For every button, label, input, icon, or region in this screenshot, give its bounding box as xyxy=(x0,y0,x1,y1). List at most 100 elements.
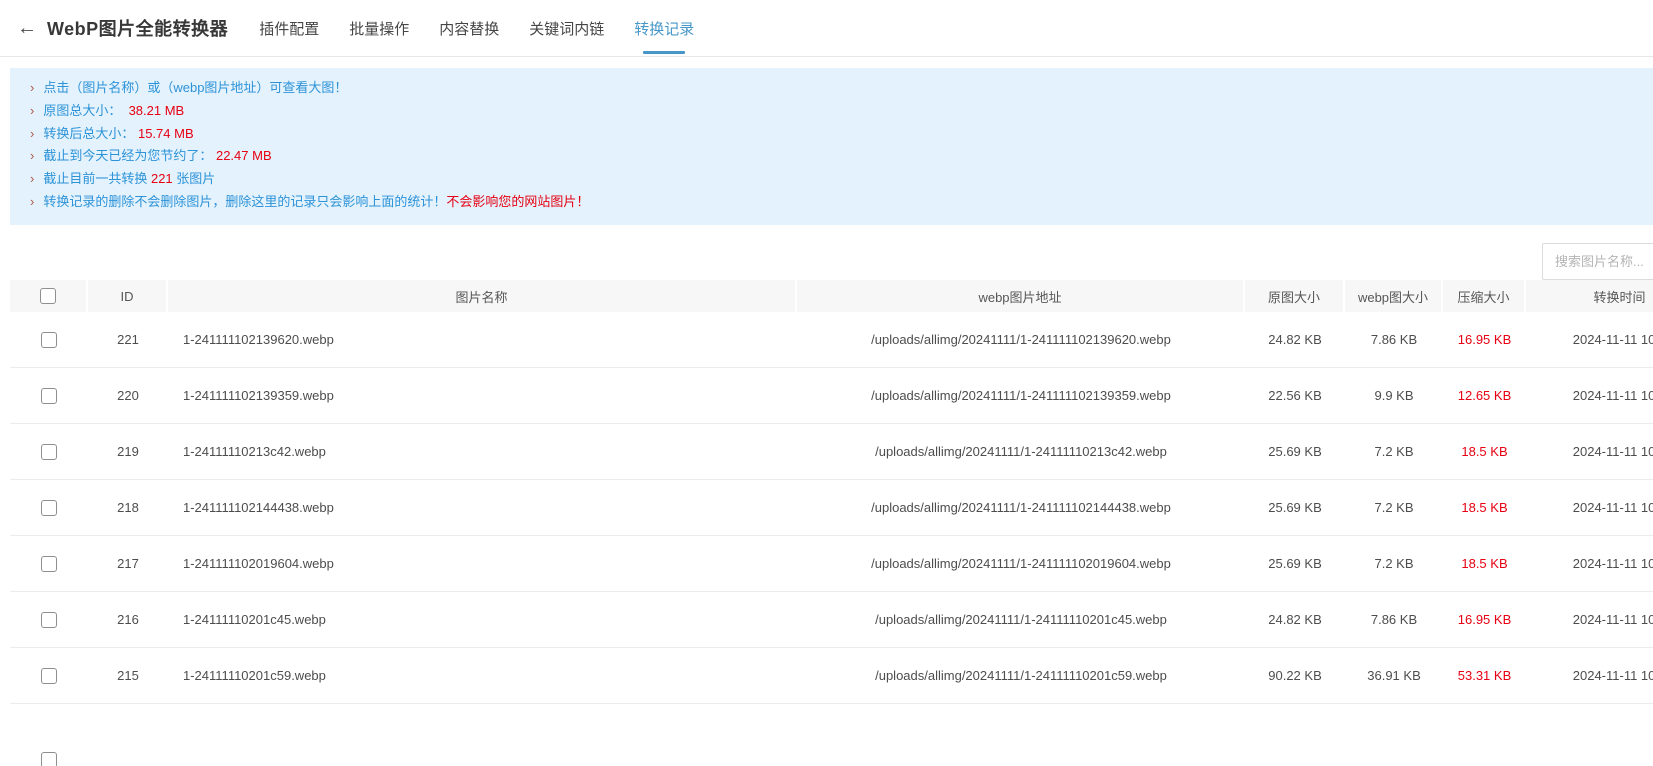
back-arrow-icon[interactable]: ← xyxy=(17,18,37,38)
notice-text: 原图总大小： xyxy=(43,100,128,123)
row-convert-time: 2024-11-11 10:2 xyxy=(1526,612,1653,627)
bullet-icon: › xyxy=(30,123,34,146)
row-checkbox[interactable] xyxy=(41,500,57,516)
notice-text: 截止到今天已经为您节约了： xyxy=(43,145,216,168)
row-original-size: 24.82 KB xyxy=(1245,612,1345,627)
table-row-partial xyxy=(10,704,1653,766)
tab-label: 批量操作 xyxy=(349,18,409,39)
bullet-icon: › xyxy=(30,100,34,123)
row-convert-time: 2024-11-11 10:2 xyxy=(1526,388,1653,403)
row-convert-time: 2024-11-11 10:2 xyxy=(1526,444,1653,459)
page-title: WebP图片全能转换器 xyxy=(47,15,228,41)
notice-text: 转换记录的删除不会删除图片，删除这里的记录只会影响上面的统计！ xyxy=(43,191,446,214)
checkbox-cell xyxy=(10,704,88,766)
checkbox-cell xyxy=(10,612,88,628)
row-webp-url[interactable]: /uploads/allimg/20241111/1-2411111021393… xyxy=(797,388,1245,403)
row-compressed-size: 18.5 KB xyxy=(1443,444,1526,459)
row-image-name[interactable]: 1-241111102019604.webp xyxy=(168,556,797,571)
row-checkbox[interactable] xyxy=(41,556,57,572)
search-area xyxy=(1542,243,1653,280)
row-compressed-size: 12.65 KB xyxy=(1443,388,1526,403)
row-compressed-size: 16.95 KB xyxy=(1443,332,1526,347)
row-checkbox[interactable] xyxy=(41,612,57,628)
row-webp-url[interactable]: /uploads/allimg/20241111/1-2411111020196… xyxy=(797,556,1245,571)
table-row: 215 1-24111110201c59.webp /uploads/allim… xyxy=(10,648,1653,704)
row-convert-time: 2024-11-11 10:2 xyxy=(1526,500,1653,515)
notice-highlight: 不会影响您的网站图片！ xyxy=(446,191,589,214)
row-checkbox[interactable] xyxy=(41,388,57,404)
row-webp-size: 36.91 KB xyxy=(1345,668,1443,683)
row-webp-size: 7.2 KB xyxy=(1345,444,1443,459)
row-id: 215 xyxy=(88,668,168,683)
row-webp-url[interactable]: /uploads/allimg/20241111/1-2411111021444… xyxy=(797,500,1245,515)
row-webp-size: 7.86 KB xyxy=(1345,332,1443,347)
table-row: 220 1-241111102139359.webp /uploads/alli… xyxy=(10,368,1653,424)
row-image-name[interactable]: 1-24111110213c42.webp xyxy=(168,444,797,459)
row-compressed-size: 16.95 KB xyxy=(1443,612,1526,627)
notice-highlight: 38.21 MB xyxy=(129,100,185,123)
row-checkbox[interactable] xyxy=(41,668,57,684)
notice-highlight: 15.74 MB xyxy=(138,123,194,146)
row-webp-url[interactable]: /uploads/allimg/20241111/1-24111110201c5… xyxy=(797,668,1245,683)
notice-line: › 截止到今天已经为您节约了： 22.47 MB xyxy=(30,145,1633,168)
row-webp-url[interactable]: /uploads/allimg/20241111/1-24111110213c4… xyxy=(797,444,1245,459)
stats-notice-box: › 点击（图片名称）或（webp图片地址）可查看大图！ › 原图总大小： 38.… xyxy=(10,68,1653,225)
checkbox-cell xyxy=(10,332,88,348)
tab-bar: 插件配置 批量操作 内容替换 关键词内链 转换记录 xyxy=(258,0,723,56)
tab-convert-records[interactable]: 转换记录 xyxy=(633,0,695,56)
tab-keyword-links[interactable]: 关键词内链 xyxy=(528,0,605,56)
search-input[interactable] xyxy=(1542,243,1653,280)
table-row: 221 1-241111102139620.webp /uploads/alli… xyxy=(10,312,1653,368)
notice-highlight: 221 xyxy=(151,168,173,191)
tab-batch-operations[interactable]: 批量操作 xyxy=(348,0,410,56)
notice-line: › 截止目前一共转换 221 张图片 xyxy=(30,168,1633,191)
tab-label: 内容替换 xyxy=(439,18,499,39)
header-webp-url: webp图片地址 xyxy=(797,280,1245,312)
row-id: 220 xyxy=(88,388,168,403)
notice-text: 点击（图片名称）或（webp图片地址）可查看大图！ xyxy=(43,77,347,100)
row-original-size: 24.82 KB xyxy=(1245,332,1345,347)
table-row: 217 1-241111102019604.webp /uploads/alli… xyxy=(10,536,1653,592)
notice-line: › 点击（图片名称）或（webp图片地址）可查看大图！ xyxy=(30,77,1633,100)
row-checkbox[interactable] xyxy=(41,332,57,348)
row-webp-size: 7.2 KB xyxy=(1345,500,1443,515)
row-image-name[interactable]: 1-241111102144438.webp xyxy=(168,500,797,515)
checkbox-cell xyxy=(10,500,88,516)
checkbox-cell xyxy=(10,444,88,460)
row-webp-size: 7.86 KB xyxy=(1345,612,1443,627)
conversion-records-table: ID 图片名称 webp图片地址 原图大小 webp图大小 压缩大小 转换时间 … xyxy=(10,280,1653,766)
tab-content-replace[interactable]: 内容替换 xyxy=(438,0,500,56)
row-image-name[interactable]: 1-241111102139620.webp xyxy=(168,332,797,347)
notice-suffix: 张图片 xyxy=(173,168,216,191)
row-webp-size: 9.9 KB xyxy=(1345,388,1443,403)
bullet-icon: › xyxy=(30,191,34,214)
row-image-name[interactable]: 1-24111110201c45.webp xyxy=(168,612,797,627)
select-all-checkbox[interactable] xyxy=(40,288,56,304)
notice-text: 转换后总大小： xyxy=(43,123,138,146)
checkbox-cell xyxy=(10,668,88,684)
notice-text: 截止目前一共转换 xyxy=(43,168,151,191)
row-webp-size: 7.2 KB xyxy=(1345,556,1443,571)
row-webp-url[interactable]: /uploads/allimg/20241111/1-24111110201c4… xyxy=(797,612,1245,627)
row-original-size: 25.69 KB xyxy=(1245,444,1345,459)
tab-plugin-config[interactable]: 插件配置 xyxy=(258,0,320,56)
row-image-name[interactable]: 1-24111110201c59.webp xyxy=(168,668,797,683)
row-image-name[interactable]: 1-241111102139359.webp xyxy=(168,388,797,403)
row-convert-time: 2024-11-11 10:2 xyxy=(1526,332,1653,347)
notice-highlight: 22.47 MB xyxy=(216,145,272,168)
row-checkbox[interactable] xyxy=(41,444,57,460)
header-checkbox-cell xyxy=(10,280,88,312)
row-convert-time: 2024-11-11 10:2 xyxy=(1526,668,1653,683)
row-id: 216 xyxy=(88,612,168,627)
header-original-size: 原图大小 xyxy=(1245,280,1345,312)
row-checkbox[interactable] xyxy=(41,752,57,766)
header-convert-time: 转换时间 xyxy=(1526,280,1653,312)
checkbox-cell xyxy=(10,388,88,404)
tab-label: 转换记录 xyxy=(634,18,694,39)
row-id: 218 xyxy=(88,500,168,515)
row-webp-url[interactable]: /uploads/allimg/20241111/1-2411111021396… xyxy=(797,332,1245,347)
bullet-icon: › xyxy=(30,168,34,191)
tab-label: 插件配置 xyxy=(259,18,319,39)
table-header-row: ID 图片名称 webp图片地址 原图大小 webp图大小 压缩大小 转换时间 xyxy=(10,280,1653,312)
tab-label: 关键词内链 xyxy=(529,18,604,39)
